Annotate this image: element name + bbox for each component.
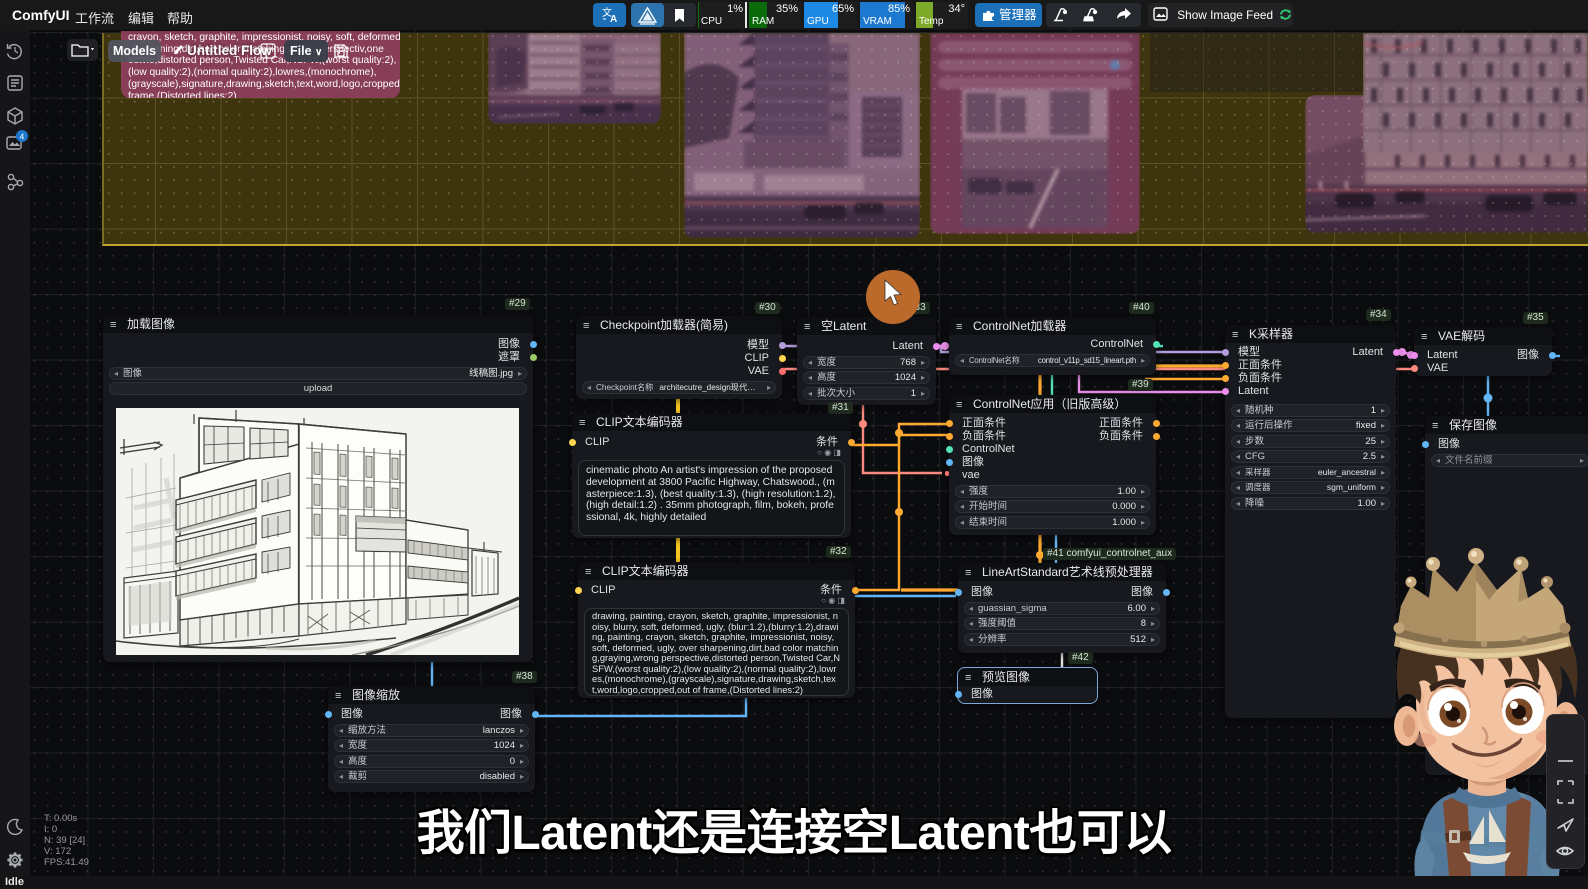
svg-text:A: A [610, 14, 617, 25]
svg-text:4: 4 [20, 133, 25, 142]
